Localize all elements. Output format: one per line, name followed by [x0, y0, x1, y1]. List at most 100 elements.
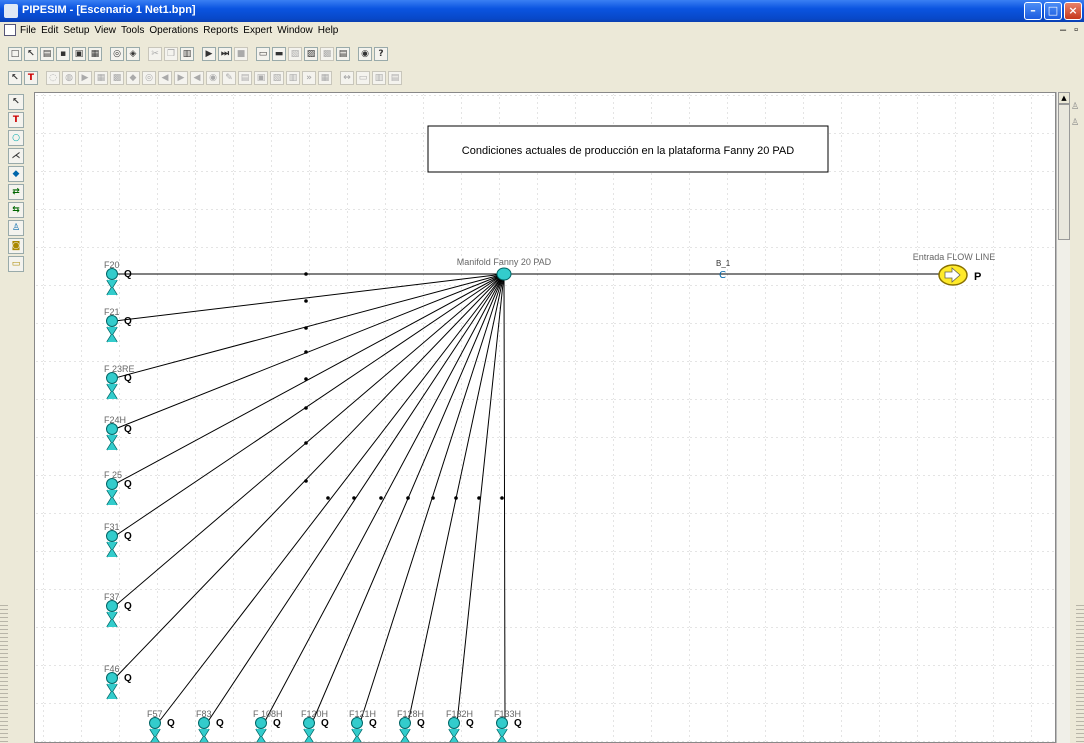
document-icon[interactable] — [4, 24, 16, 36]
source-node-icon[interactable] — [351, 717, 363, 729]
palette-equipment-icon[interactable]: ♙ — [8, 220, 24, 236]
source-node-icon[interactable] — [198, 717, 210, 729]
palette-boundary-icon[interactable]: ⇄ — [8, 184, 24, 200]
globe-icon[interactable]: ◉ — [358, 47, 372, 61]
copy-icon[interactable]: ❐ — [164, 47, 178, 61]
menu-expert[interactable]: Expert — [243, 25, 272, 36]
palette-select-icon[interactable]: ↖ — [8, 94, 24, 110]
doc-restore-icon[interactable]: ▫ — [1074, 24, 1078, 36]
view-c-icon[interactable]: ▧ — [288, 47, 302, 61]
tool-8-icon[interactable]: ◀ — [158, 71, 172, 85]
save-icon[interactable]: ▪ — [56, 47, 70, 61]
palette-sink-icon[interactable]: ⇆ — [8, 202, 24, 218]
palette-text-icon[interactable]: T — [8, 112, 24, 128]
maximize-button[interactable]: □ — [1044, 2, 1062, 20]
tool-17-icon[interactable]: » — [302, 71, 316, 85]
text-tool-icon[interactable]: T — [24, 71, 38, 85]
properties-icon[interactable]: ◈ — [126, 47, 140, 61]
source-node-icon[interactable] — [448, 717, 460, 729]
paste-icon[interactable]: ▥ — [180, 47, 194, 61]
tool-18-icon[interactable]: ▦ — [318, 71, 332, 85]
side-tool-2-icon[interactable]: ♙ — [1071, 118, 1083, 130]
run-to-end-icon[interactable]: ⏭ — [218, 47, 232, 61]
source-node-icon[interactable] — [149, 717, 161, 729]
left-resize-grip[interactable] — [0, 605, 8, 743]
tool-11-icon[interactable]: ◉ — [206, 71, 220, 85]
pointer-line-icon[interactable]: ↖ — [24, 47, 38, 61]
manifold-node[interactable] — [496, 267, 512, 281]
view-b-icon[interactable]: ▬ — [272, 47, 286, 61]
print-icon[interactable]: ▦ — [88, 47, 102, 61]
cut-icon[interactable]: ✂ — [148, 47, 162, 61]
scroll-thumb[interactable] — [1058, 104, 1070, 240]
menu-help[interactable]: Help — [318, 25, 339, 36]
find-icon[interactable]: ◎ — [110, 47, 124, 61]
tool-7-icon[interactable]: ◎ — [142, 71, 156, 85]
source-node-icon[interactable] — [496, 717, 508, 729]
source-node-icon[interactable] — [399, 717, 411, 729]
palette-source-icon[interactable]: ○ — [8, 130, 24, 146]
source-node-icon[interactable] — [106, 600, 118, 612]
menu-operations[interactable]: Operations — [149, 25, 198, 36]
doc-minimize-icon[interactable]: – — [1060, 24, 1066, 36]
tool-9-icon[interactable]: ▶ — [174, 71, 188, 85]
network-diagram[interactable]: Condiciones actuales de producción en la… — [35, 93, 1055, 743]
new-icon[interactable]: □ — [8, 47, 22, 61]
report-icon[interactable]: ▨ — [304, 47, 318, 61]
menu-edit[interactable]: Edit — [41, 25, 58, 36]
palette-folder-icon[interactable]: ▭ — [8, 256, 24, 272]
source-node-icon[interactable] — [303, 717, 315, 729]
source-node-icon[interactable] — [106, 478, 118, 490]
tool-3-icon[interactable]: ▶ — [78, 71, 92, 85]
menu-window[interactable]: Window — [277, 25, 313, 36]
menu-setup[interactable]: Setup — [63, 25, 89, 36]
minimize-button[interactable]: – — [1024, 2, 1042, 20]
tool-19-icon[interactable]: ↔ — [340, 71, 354, 85]
menu-reports[interactable]: Reports — [203, 25, 238, 36]
save-as-icon[interactable]: ▣ — [72, 47, 86, 61]
close-button[interactable]: × — [1064, 2, 1082, 20]
open-icon[interactable]: ▤ — [40, 47, 54, 61]
menu-file[interactable]: File — [20, 25, 36, 36]
menu-tools[interactable]: Tools — [121, 25, 144, 36]
node-b1-icon[interactable]: C — [719, 270, 726, 281]
source-node-icon[interactable] — [106, 315, 118, 327]
table-icon[interactable]: ▤ — [336, 47, 350, 61]
tool-2-icon[interactable]: ◍ — [62, 71, 76, 85]
tool-15-icon[interactable]: ▧ — [270, 71, 284, 85]
tool-20-icon[interactable]: ▭ — [356, 71, 370, 85]
tool-16-icon[interactable]: ▥ — [286, 71, 300, 85]
source-node-icon[interactable] — [106, 530, 118, 542]
tool-14-icon[interactable]: ▣ — [254, 71, 268, 85]
tool-12-icon[interactable]: ✎ — [222, 71, 236, 85]
scroll-up-icon[interactable]: ▲ — [1058, 92, 1070, 104]
chart-icon[interactable]: ▩ — [320, 47, 334, 61]
source-node-icon[interactable] — [106, 268, 118, 280]
source-node-icon[interactable] — [106, 423, 118, 435]
vertical-scrollbar[interactable]: ▲ — [1056, 92, 1071, 743]
stop-icon[interactable]: ■ — [234, 47, 248, 61]
palette-junction-icon[interactable]: ◆ — [8, 166, 24, 182]
run-icon[interactable]: ▶ — [202, 47, 216, 61]
palette-separator-icon[interactable]: ◙ — [8, 238, 24, 254]
menu-view[interactable]: View — [95, 25, 117, 36]
view-a-icon[interactable]: ▭ — [256, 47, 270, 61]
tool-22-icon[interactable]: ▤ — [388, 71, 402, 85]
tool-4-icon[interactable]: ▦ — [94, 71, 108, 85]
network-canvas[interactable]: Condiciones actuales de producción en la… — [34, 92, 1056, 743]
palette-well-icon[interactable]: ⋌ — [8, 148, 24, 164]
source-node-icon[interactable] — [106, 672, 118, 684]
tool-5-icon[interactable]: ▩ — [110, 71, 124, 85]
help-icon[interactable]: ? — [374, 47, 388, 61]
tool-6-icon[interactable]: ◆ — [126, 71, 140, 85]
well-tag: Q — [466, 718, 474, 729]
select-icon[interactable]: ↖ — [8, 71, 22, 85]
tool-1-icon[interactable]: ◌ — [46, 71, 60, 85]
tool-21-icon[interactable]: ▥ — [372, 71, 386, 85]
tool-13-icon[interactable]: ▤ — [238, 71, 252, 85]
source-node-icon[interactable] — [255, 717, 267, 729]
source-node-icon[interactable] — [106, 372, 118, 384]
right-resize-grip[interactable] — [1076, 605, 1084, 743]
tool-10-icon[interactable]: ◀ — [190, 71, 204, 85]
side-tool-1-icon[interactable]: ♙ — [1071, 102, 1083, 114]
